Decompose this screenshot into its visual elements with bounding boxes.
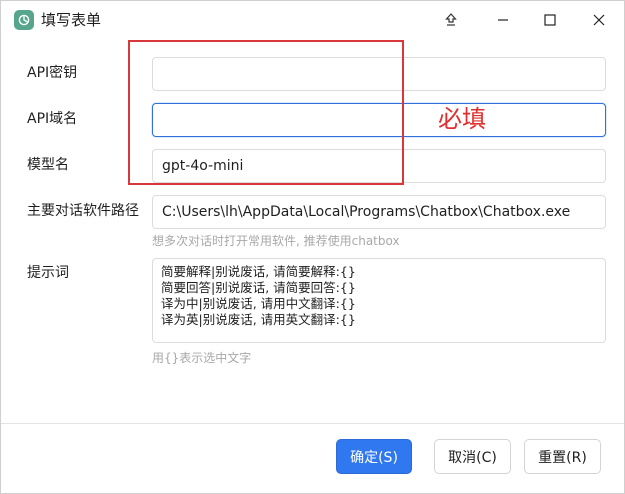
reset-button[interactable]: 重置(R) (524, 439, 601, 474)
prompt-line: 简要解释|别说废话, 请简要解释:{} (161, 264, 356, 279)
required-annotation-text: 必填 (438, 105, 486, 133)
prompt-label: 提示词 (27, 265, 69, 281)
footer-divider (1, 423, 624, 424)
minimize-icon[interactable] (481, 5, 525, 35)
prompt-line: 译为中|别说废话, 请用中文翻译:{} (161, 296, 356, 311)
chatgpt-logo-icon (14, 10, 34, 30)
api-domain-label: API域名 (27, 111, 78, 127)
model-name-label: 模型名 (27, 157, 69, 173)
prompt-hint: 用{}表示选中文字 (152, 351, 252, 365)
software-path-label: 主要对话软件路径 (27, 203, 139, 219)
prompt-line: 译为英|别说废话, 请用英文翻译:{} (161, 312, 356, 327)
software-path-hint: 想多次对话时打开常用软件, 推荐使用chatbox (152, 234, 400, 248)
prompt-line: 简要回答|别说废话, 请简要回答:{} (161, 280, 356, 295)
required-annotation-box (128, 40, 404, 185)
maximize-icon[interactable] (528, 5, 572, 35)
api-key-label: API密钥 (27, 65, 78, 81)
pin-icon[interactable] (429, 5, 473, 35)
title-bar[interactable]: 填写表单 (1, 1, 624, 39)
software-path-input[interactable]: C:\Users\lh\AppData\Local\Programs\Chatb… (152, 195, 606, 229)
prompt-textarea[interactable]: 简要解释|别说废话, 请简要解释:{} 简要回答|别说废话, 请简要回答:{} … (152, 258, 606, 343)
form-dialog-window: 填写表单 API密钥 API域名 模型名 gpt-4o-mini 主要对话软件路… (0, 0, 625, 494)
window-title: 填写表单 (41, 11, 102, 29)
confirm-button[interactable]: 确定(S) (336, 439, 412, 474)
close-icon[interactable] (577, 5, 621, 35)
cancel-button[interactable]: 取消(C) (434, 439, 511, 474)
